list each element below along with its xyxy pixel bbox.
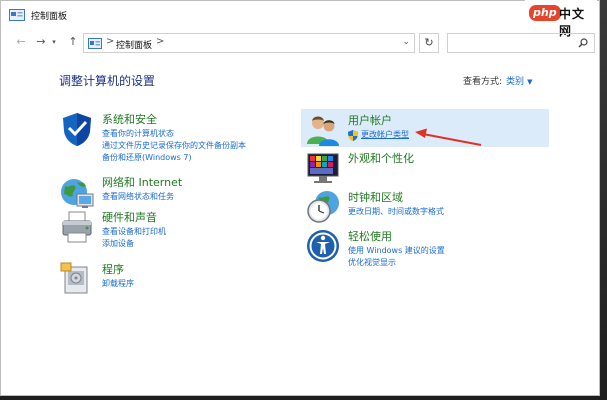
recent-locations-dropdown[interactable]: ▾	[49, 34, 59, 50]
breadcrumb-separator[interactable]: >	[156, 36, 164, 47]
link-optimize-display[interactable]: 优化视觉显示	[348, 257, 445, 269]
up-button[interactable]: ↑	[65, 34, 81, 50]
forward-button[interactable]: →	[33, 34, 49, 50]
view-by: 查看方式: 类别 ▼	[463, 74, 532, 87]
breadcrumb-separator[interactable]: >	[106, 36, 114, 47]
link-file-history-backup[interactable]: 通过文件历史记录保存你的文件备份副本	[102, 140, 246, 152]
view-by-dropdown[interactable]: 类别	[506, 77, 524, 87]
annotation-arrow	[415, 128, 482, 146]
ease-of-access-icon[interactable]	[305, 228, 341, 264]
control-panel-icon	[9, 9, 25, 21]
chevron-down-icon[interactable]: ▼	[527, 78, 532, 86]
category-title[interactable]: 程序	[102, 261, 124, 277]
window-title: 控制面板	[31, 12, 68, 22]
watermark-logo: php	[529, 5, 561, 21]
users-icon[interactable]	[305, 112, 341, 148]
link-backup-restore[interactable]: 备份和还原(Windows 7)	[102, 152, 246, 164]
category-title[interactable]: 网络和 Internet	[102, 174, 182, 190]
address-field[interactable]: > 控制面板 > ⌄	[83, 33, 415, 53]
link-view-computer-status[interactable]: 查看你的计算机状态	[102, 128, 246, 140]
link-devices-printers[interactable]: 查看设备和打印机	[102, 226, 166, 238]
search-icon	[578, 38, 588, 48]
category-title[interactable]: 时钟和区域	[348, 189, 403, 205]
link-change-date-time-format[interactable]: 更改日期、时间或数字格式	[348, 206, 444, 218]
uac-shield-icon	[348, 130, 358, 141]
view-by-label: 查看方式:	[463, 77, 503, 87]
clock-globe-icon[interactable]	[305, 189, 341, 225]
refresh-icon: ↻	[424, 36, 434, 49]
refresh-button[interactable]: ↻	[419, 33, 439, 53]
link-change-account-type[interactable]: 更改帐户类型	[348, 129, 409, 141]
title-bar: 控制面板 php 中文网	[1, 0, 599, 38]
category-title[interactable]: 外观和个性化	[348, 150, 414, 166]
link-network-status[interactable]: 查看网络状态和任务	[102, 191, 174, 203]
printer-icon[interactable]	[59, 209, 95, 245]
category-title[interactable]: 系统和安全	[102, 111, 157, 127]
appearance-icon[interactable]	[305, 150, 341, 186]
watermark: php 中文网	[525, 0, 597, 38]
page-heading: 调整计算机的设置	[59, 74, 156, 88]
back-button[interactable]: ←	[13, 34, 29, 50]
chevron-down-icon[interactable]: ⌄	[402, 37, 410, 47]
control-panel-window: 控制面板 php 中文网 ← → ▾ ↑ > 控制面板 > ⌄ ↻ 调整计算机的…	[0, 0, 600, 396]
breadcrumb-control-panel[interactable]: 控制面板	[116, 38, 152, 51]
programs-icon[interactable]	[59, 261, 95, 297]
search-input[interactable]	[447, 33, 595, 53]
network-globe-icon[interactable]	[59, 174, 95, 210]
category-title[interactable]: 轻松使用	[348, 228, 392, 244]
address-bar-row: ← → ▾ ↑ > 控制面板 > ⌄ ↻	[1, 31, 599, 55]
link-uninstall-program[interactable]: 卸载程序	[102, 278, 134, 290]
control-panel-icon	[88, 38, 102, 49]
link-recommended-settings[interactable]: 使用 Windows 建议的设置	[348, 245, 445, 257]
category-title[interactable]: 硬件和声音	[102, 209, 157, 225]
category-title[interactable]: 用户帐户	[348, 112, 392, 128]
link-text: 更改帐户类型	[361, 130, 409, 139]
shield-icon[interactable]	[59, 111, 95, 147]
link-add-device[interactable]: 添加设备	[102, 238, 166, 250]
